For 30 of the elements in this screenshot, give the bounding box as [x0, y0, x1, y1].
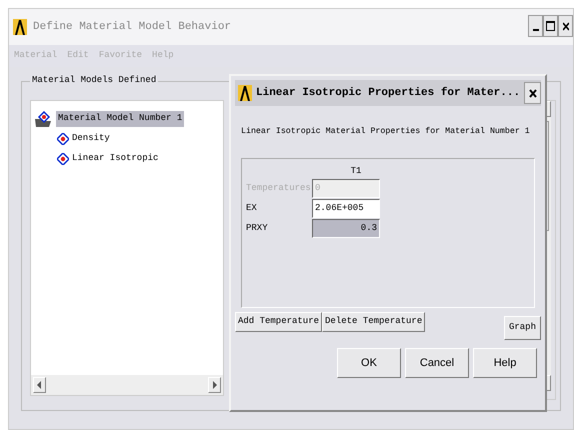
horizontal-scrollbar[interactable]: [31, 375, 223, 395]
value-field[interactable]: 0.3: [312, 219, 380, 238]
minimize-icon[interactable]: [528, 15, 543, 37]
dialog-button[interactable]: OK: [337, 348, 401, 378]
table-button[interactable]: Delete Temperature: [322, 312, 426, 332]
property-label: Temperatures: [246, 182, 312, 196]
value-field[interactable]: 2.06E+005: [312, 199, 380, 218]
table-button[interactable]: Add Temperature: [235, 312, 322, 332]
tree-item[interactable]: Density: [72, 132, 110, 146]
close-icon[interactable]: [558, 15, 573, 37]
scroll-right-icon[interactable]: [208, 377, 221, 393]
logo-icon: [238, 85, 252, 101]
dialog-button[interactable]: Help: [473, 348, 537, 378]
window-title: Define Material Model Behavior: [33, 20, 232, 35]
folder-icon: [35, 111, 53, 127]
tree-item[interactable]: Material Model Number 1: [56, 111, 184, 127]
dialog-subtitle: Linear Isotropic Material Properties for Material Number 1: [241, 126, 531, 138]
logo-icon: [13, 19, 27, 35]
material-icon: [57, 153, 69, 165]
dialog-button[interactable]: Cancel: [405, 348, 469, 378]
tree-item[interactable]: Linear Isotropic: [72, 152, 158, 166]
property-label: EX: [246, 202, 258, 216]
column-header: T1: [350, 165, 362, 178]
maximize-icon[interactable]: [543, 15, 558, 37]
material-icon: [57, 133, 69, 145]
property-label: PRXY: [246, 222, 269, 236]
graph-button[interactable]: Graph: [504, 316, 541, 340]
close-icon[interactable]: [524, 82, 541, 104]
dialog-title: Linear Isotropic Properties for Mater...: [256, 86, 520, 101]
scroll-left-icon[interactable]: [33, 377, 46, 393]
